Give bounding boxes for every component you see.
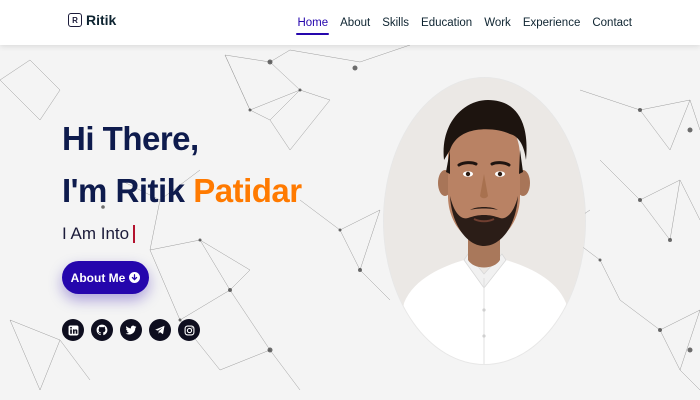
logo-mark-icon: R: [68, 13, 82, 27]
instagram-icon[interactable]: [178, 319, 200, 341]
brand-name: Ritik: [86, 12, 117, 28]
brand-logo[interactable]: R Ritik: [68, 12, 116, 28]
hero-name-highlight: Patidar: [193, 172, 302, 209]
nav-link-experience[interactable]: Experience: [523, 11, 581, 35]
arrow-down-circle-icon: [129, 272, 141, 283]
hero-intro: I'm Ritik Patidar: [62, 165, 302, 217]
profile-photo: [384, 78, 585, 364]
about-me-label: About Me: [70, 270, 126, 285]
twitter-icon[interactable]: [120, 319, 142, 341]
nav-menu: Home About Skills Education Work Experie…: [296, 0, 632, 45]
social-links: [62, 319, 200, 341]
nav-link-about[interactable]: About: [340, 11, 370, 35]
nav-link-contact[interactable]: Contact: [592, 11, 632, 35]
hero-heading: Hi There, I'm Ritik Patidar: [62, 113, 302, 217]
linkedin-icon[interactable]: [62, 319, 84, 341]
nav-link-home[interactable]: Home: [296, 11, 329, 35]
hero-intro-prefix: I'm Ritik: [62, 172, 194, 209]
nav-link-work[interactable]: Work: [484, 11, 511, 35]
nav-link-education[interactable]: Education: [421, 11, 472, 35]
typing-cursor: [133, 225, 136, 243]
top-navbar: R Ritik Home About Skills Education Work…: [0, 0, 700, 45]
typing-label: I Am Into: [62, 224, 130, 243]
hero-greeting: Hi There,: [62, 120, 199, 157]
typing-text: I Am Into: [62, 224, 136, 244]
nav-link-skills[interactable]: Skills: [382, 11, 409, 35]
telegram-icon[interactable]: [149, 319, 171, 341]
github-icon[interactable]: [91, 319, 113, 341]
about-me-button[interactable]: About Me: [62, 261, 149, 294]
